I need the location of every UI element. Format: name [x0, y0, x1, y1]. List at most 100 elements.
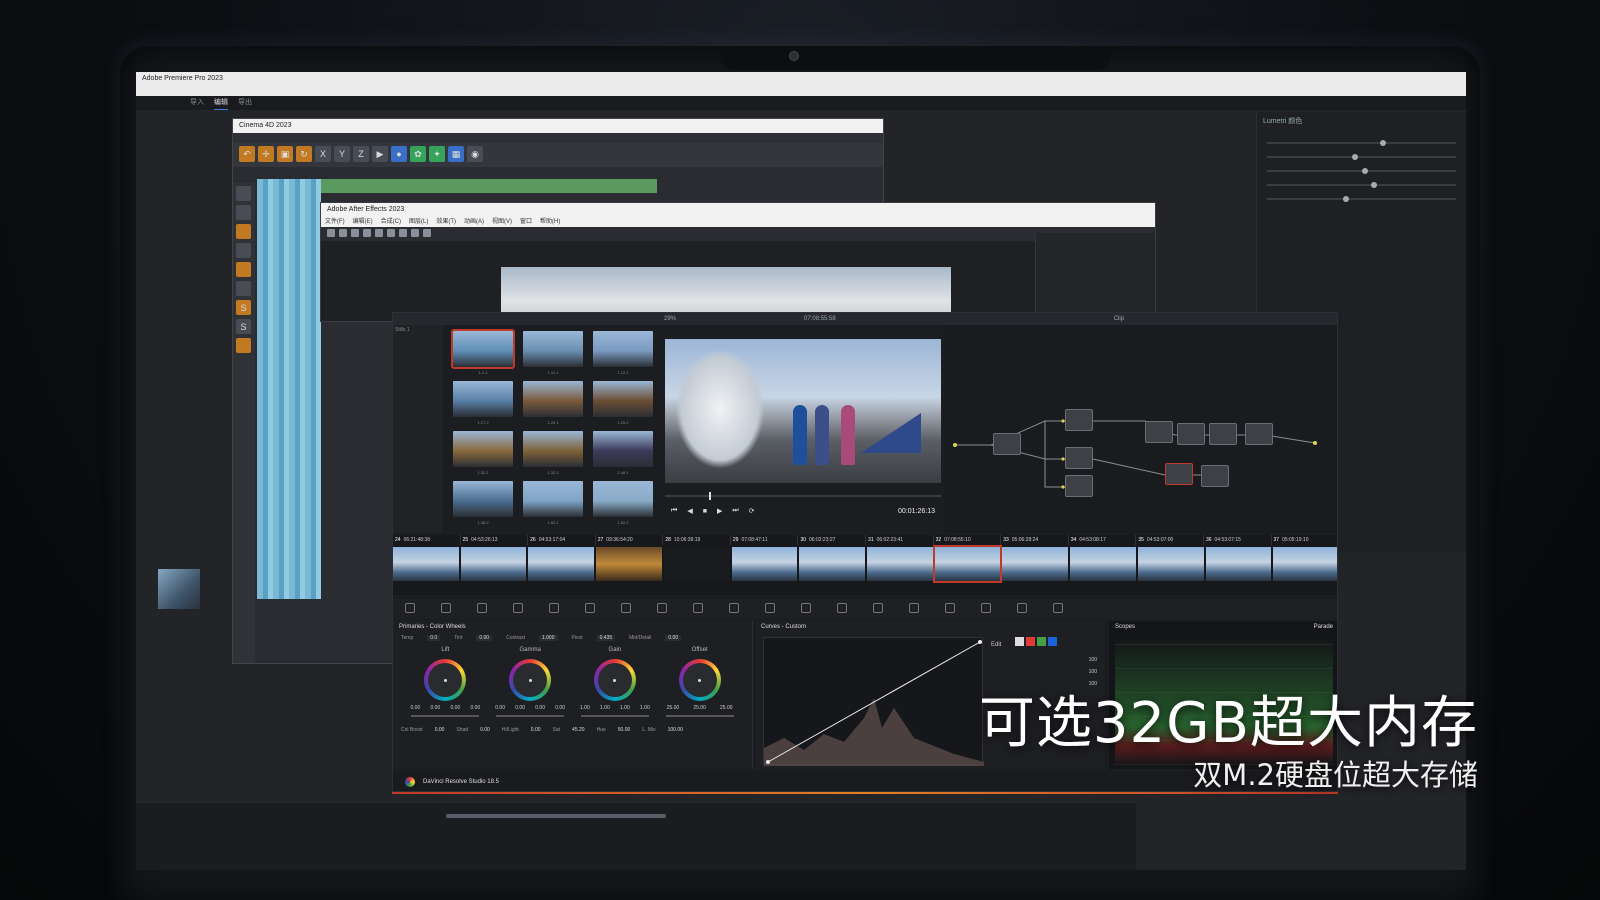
palette-icon[interactable] — [693, 603, 703, 613]
lumetri-slider[interactable] — [1267, 140, 1456, 146]
axis-y-button[interactable]: Y — [334, 146, 350, 162]
resolve-viewer[interactable] — [665, 339, 941, 483]
lumetri-slider[interactable] — [1267, 196, 1456, 202]
middetail-value[interactable]: 0.00 — [665, 635, 682, 641]
gallery-still[interactable]: 1.48.1 — [593, 431, 653, 475]
hand-icon[interactable] — [351, 229, 359, 237]
menu-item[interactable]: 效果(T) — [436, 217, 456, 227]
gallery-still[interactable]: 1.1.1 — [451, 329, 515, 375]
color-node[interactable] — [1245, 423, 1273, 445]
sat-value[interactable]: 45.20 — [572, 727, 585, 733]
pen-icon[interactable] — [399, 229, 407, 237]
wheel-value[interactable]: 1.00 — [600, 705, 610, 711]
grid-icon[interactable]: ▦ — [448, 146, 464, 162]
palette-icon[interactable] — [945, 603, 955, 613]
lumetri-slider[interactable] — [1267, 182, 1456, 188]
shad-value[interactable]: 0.00 — [480, 727, 490, 733]
wheel-value[interactable]: 25.00 — [693, 705, 706, 711]
gallery-still[interactable]: 1.17.2 — [453, 381, 513, 425]
curves-graph[interactable] — [763, 637, 984, 766]
tool-icon[interactable] — [236, 262, 251, 277]
gallery-still[interactable]: 1.25.1 — [523, 381, 583, 425]
stop-icon[interactable]: ■ — [703, 508, 707, 515]
palette-icon[interactable] — [513, 603, 523, 613]
colboost-value[interactable]: 0.00 — [435, 727, 445, 733]
palette-icon[interactable] — [801, 603, 811, 613]
channel-white-button[interactable] — [1015, 637, 1025, 646]
node-panel-label[interactable]: Clip — [1114, 313, 1124, 325]
clip-thumbnail[interactable] — [1070, 547, 1136, 581]
clip-thumbnail[interactable] — [799, 547, 866, 581]
menu-item[interactable]: 窗口 — [520, 217, 532, 227]
menu-item[interactable]: 视图(V) — [492, 217, 512, 227]
tab-edit[interactable]: 编辑 — [214, 96, 228, 110]
clip-thumbnail[interactable] — [1137, 547, 1204, 581]
gallery-still[interactable]: 1.52.2 — [593, 481, 653, 525]
text-icon[interactable] — [411, 229, 419, 237]
play-icon[interactable]: ▶ — [717, 507, 722, 515]
wheel-value[interactable]: 0.00 — [451, 705, 461, 711]
tool-icon[interactable] — [236, 243, 251, 258]
color-node[interactable] — [1145, 421, 1173, 443]
c4d-viewport[interactable] — [257, 179, 321, 599]
lumetri-slider[interactable] — [1267, 168, 1456, 174]
tool-icon[interactable] — [236, 338, 251, 353]
clip-thumbnail[interactable] — [867, 547, 933, 581]
menu-item[interactable]: 文件(F) — [325, 217, 345, 227]
rotate-icon[interactable] — [375, 229, 383, 237]
hilight-value[interactable]: 0.00 — [531, 727, 541, 733]
scale-icon[interactable]: ▣ — [277, 146, 293, 162]
clip-thumbnail[interactable] — [393, 547, 459, 581]
wheel-disc[interactable] — [678, 659, 721, 701]
selection-icon[interactable] — [339, 229, 347, 237]
color-node[interactable] — [1065, 475, 1093, 497]
wheel-value[interactable]: 1.00 — [640, 705, 650, 711]
palette-icon[interactable] — [837, 603, 847, 613]
lmix-value[interactable]: 100.00 — [668, 727, 683, 733]
wheel-value[interactable]: 0.00 — [495, 705, 505, 711]
menu-item[interactable]: 动画(A) — [464, 217, 484, 227]
wheel-value[interactable]: 25.00 — [720, 705, 733, 711]
color-node[interactable] — [1201, 465, 1229, 487]
curve-intensity[interactable]: 100 — [991, 666, 1097, 678]
zoom-level[interactable]: 29% — [664, 313, 676, 325]
gallery-still[interactable]: 1.52.1 — [523, 481, 583, 525]
wheel-value[interactable]: 0.00 — [515, 705, 525, 711]
camera-icon[interactable] — [387, 229, 395, 237]
wheel-value[interactable]: 0.00 — [471, 705, 481, 711]
curve-intensity[interactable]: 100 — [991, 654, 1097, 666]
color-node[interactable] — [993, 433, 1021, 455]
clip-thumbnail[interactable] — [528, 547, 595, 581]
palette-icon[interactable] — [585, 603, 595, 613]
gallery-still[interactable]: 1.25.2 — [593, 381, 653, 425]
tool-icon[interactable]: S — [236, 319, 251, 334]
hue-value[interactable]: 50.00 — [618, 727, 631, 733]
axis-z-button[interactable]: Z — [353, 146, 369, 162]
wheel-master-slider[interactable] — [580, 715, 649, 717]
render-icon[interactable]: ▶ — [372, 146, 388, 162]
color-node[interactable] — [1065, 447, 1093, 469]
clip-thumbnail[interactable] — [1273, 547, 1337, 581]
clip-thumbnail[interactable] — [1002, 547, 1069, 581]
skip-back-icon[interactable]: ⏮ — [671, 507, 677, 515]
undo-icon[interactable]: ↶ — [239, 146, 255, 162]
wheel-value[interactable]: 0.00 — [411, 705, 421, 711]
home-icon[interactable] — [327, 229, 335, 237]
gallery-still[interactable]: 1.32.2 — [523, 431, 583, 475]
color-node[interactable] — [1177, 423, 1205, 445]
wheel-master-slider[interactable] — [496, 715, 565, 717]
palette-icon[interactable] — [621, 603, 631, 613]
color-node[interactable] — [1065, 409, 1093, 431]
gallery-still[interactable]: 1.11.1 — [523, 331, 583, 375]
menu-item[interactable]: 合成(C) — [381, 217, 401, 227]
zoom-icon[interactable] — [363, 229, 371, 237]
palette-icon[interactable] — [873, 603, 883, 613]
tab-import[interactable]: 导入 — [190, 96, 204, 110]
wheel-value[interactable]: 0.00 — [535, 705, 545, 711]
premiere-timeline[interactable] — [136, 802, 1136, 870]
pivot-value[interactable]: 0.435 — [596, 635, 616, 641]
project-bin-thumbnail[interactable] — [158, 569, 200, 609]
aftereffects-window[interactable]: Adobe After Effects 2023 文件(F) 编辑(E) 合成(… — [320, 202, 1156, 322]
contrast-value[interactable]: 1.000 — [538, 635, 558, 641]
wheel-value[interactable]: 0.00 — [431, 705, 441, 711]
